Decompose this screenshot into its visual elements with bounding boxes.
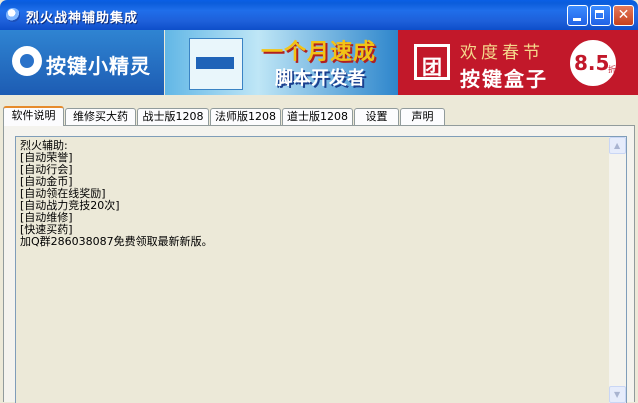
maximize-button[interactable] [590,5,611,26]
discount-unit: 折 [608,65,616,74]
logo-icon [12,46,42,76]
tab-mage[interactable]: 法师版1208 [210,108,281,125]
close-button[interactable]: ✕ [613,5,634,26]
logo-banner[interactable]: 按键小精灵 [0,30,164,95]
title-bar[interactable]: 烈火战神辅助集成 ✕ [0,0,638,30]
tab-warrior[interactable]: 战士版1208 [137,108,209,125]
tab-panel: 烈火辅助: [自动荣誉] [自动行会] [自动金币] [自动领在线奖励] [自动… [3,125,635,403]
app-shield-icon[interactable] [6,8,20,22]
tab-statement[interactable]: 声明 [400,108,445,125]
discount-badge: 8.5 折 [568,38,618,88]
tab-taoist[interactable]: 道士版1208 [282,108,353,125]
box-logo-icon: 团 [414,44,450,80]
maximize-icon [595,10,604,19]
close-icon: ✕ [617,7,630,23]
ad2-headline: 欢度春节 [460,43,544,63]
tab-software-info[interactable]: 软件说明 [3,106,64,126]
ad2-mark: 团 [422,55,442,79]
minimize-icon [573,18,581,21]
product-box-icon [189,38,243,90]
chevron-down-icon: ▼ [614,390,621,399]
logo-text: 按键小精灵 [46,54,151,78]
chevron-up-icon: ▲ [614,141,621,150]
tab-settings[interactable]: 设置 [354,108,399,125]
ad1-subline: 脚本开发者 [275,68,365,89]
memo-text: 烈火辅助: [自动荣誉] [自动行会] [自动金币] [自动领在线奖励] [自动… [20,139,213,248]
banner: 按键小精灵 一个月速成 脚本开发者 团 欢度春节 按键盒子 8.5 折 [0,30,638,95]
ad1-headline: 一个月速成 [261,40,377,65]
discount-value: 8.5 [574,51,610,75]
tab-repair-buy-potion[interactable]: 维修买大药 [65,108,136,125]
description-memo[interactable]: 烈火辅助: [自动荣誉] [自动行会] [自动金币] [自动领在线奖励] [自动… [15,136,627,403]
scroll-down-button[interactable]: ▼ [609,386,626,403]
ad-banner-course[interactable]: 一个月速成 脚本开发者 [165,30,398,95]
scroll-up-button[interactable]: ▲ [609,137,626,154]
vertical-scrollbar[interactable]: ▲ ▼ [609,137,626,403]
minimize-button[interactable] [567,5,588,26]
window-title: 烈火战神辅助集成 [26,11,139,26]
ad-banner-box[interactable]: 团 欢度春节 按键盒子 8.5 折 [398,30,638,95]
ad2-subline: 按键盒子 [460,67,548,91]
